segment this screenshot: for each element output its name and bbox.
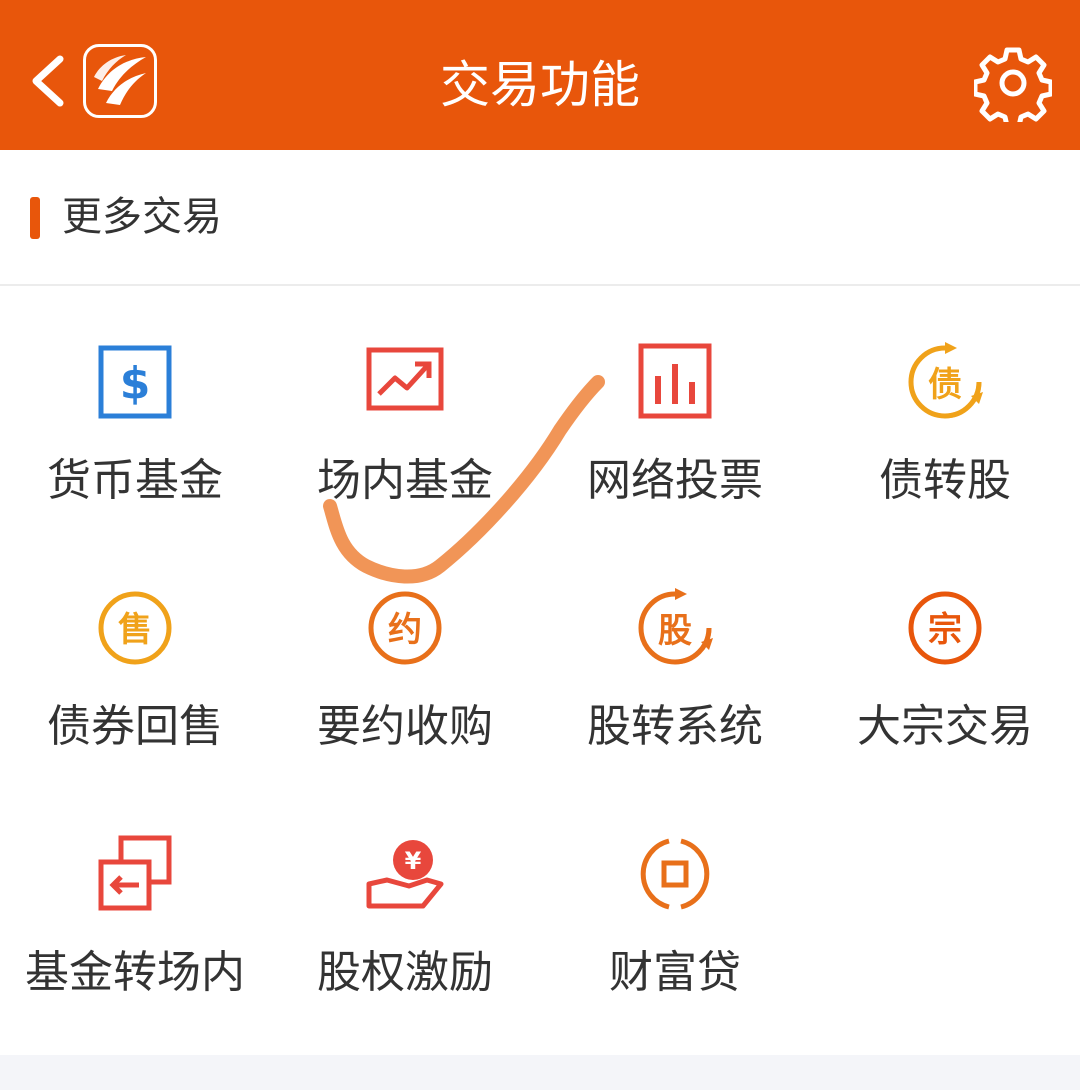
offer-circle-icon: 约 xyxy=(368,591,442,665)
function-block-trade[interactable]: 宗 大宗交易 xyxy=(810,532,1080,778)
function-label: 股权激励 xyxy=(317,947,493,998)
function-online-voting[interactable]: 网络投票 xyxy=(540,286,810,532)
coin-loan-icon xyxy=(640,838,710,910)
function-label: 要约收购 xyxy=(317,701,493,752)
function-label: 债券回售 xyxy=(47,701,223,752)
function-label: 货币基金 xyxy=(47,455,223,506)
function-tender-offer[interactable]: 约 要约收购 xyxy=(270,532,540,778)
function-equity-incentive[interactable]: ¥ 股权激励 xyxy=(270,778,540,1024)
function-label: 股转系统 xyxy=(587,701,763,752)
svg-text:¥: ¥ xyxy=(405,847,422,875)
trend-chart-icon xyxy=(366,347,444,411)
section-header: 更多交易 xyxy=(0,150,1080,286)
function-bond-putback[interactable]: 售 债券回售 xyxy=(0,532,270,778)
function-listed-fund[interactable]: 场内基金 xyxy=(270,286,540,532)
back-button[interactable] xyxy=(22,45,82,115)
sell-circle-icon: 售 xyxy=(98,591,172,665)
function-share-transfer-system[interactable]: 股 股转系统 xyxy=(540,532,810,778)
bottom-spacer xyxy=(0,1055,1080,1090)
svg-text:债: 债 xyxy=(928,365,962,405)
function-label: 基金转场内 xyxy=(25,947,245,998)
function-fund-to-exchange[interactable]: 基金转场内 xyxy=(0,778,270,1024)
chevron-left-icon xyxy=(32,55,64,107)
function-debt-to-equity[interactable]: 债 债转股 xyxy=(810,286,1080,532)
section-title: 更多交易 xyxy=(62,194,222,240)
function-wealth-loan[interactable]: 财富贷 xyxy=(540,778,810,1024)
function-money-fund[interactable]: $ 货币基金 xyxy=(0,286,270,532)
bond-convert-icon: 债 xyxy=(908,342,983,419)
svg-text:售: 售 xyxy=(118,610,152,650)
brokerage-logo-icon xyxy=(83,44,157,118)
svg-text:约: 约 xyxy=(388,610,422,650)
section-accent-bar xyxy=(30,197,40,239)
function-label: 大宗交易 xyxy=(857,701,1033,752)
stock-transfer-icon: 股 xyxy=(638,588,713,665)
function-label: 财富贷 xyxy=(609,947,741,998)
yen-hand-icon: ¥ xyxy=(366,840,444,909)
bar-chart-icon xyxy=(638,343,712,419)
svg-text:$: $ xyxy=(120,358,151,409)
top-bar xyxy=(0,0,1080,150)
svg-text:宗: 宗 xyxy=(928,610,962,650)
function-label: 网络投票 xyxy=(587,455,763,506)
gear-icon xyxy=(972,47,1054,129)
block-trade-icon: 宗 xyxy=(908,591,982,665)
transfer-boxes-icon xyxy=(98,835,172,911)
function-label: 场内基金 xyxy=(317,455,493,506)
settings-button[interactable] xyxy=(972,44,1054,129)
dollar-box-icon: $ xyxy=(98,345,172,419)
svg-text:股: 股 xyxy=(658,611,692,651)
function-label: 债转股 xyxy=(879,455,1011,506)
